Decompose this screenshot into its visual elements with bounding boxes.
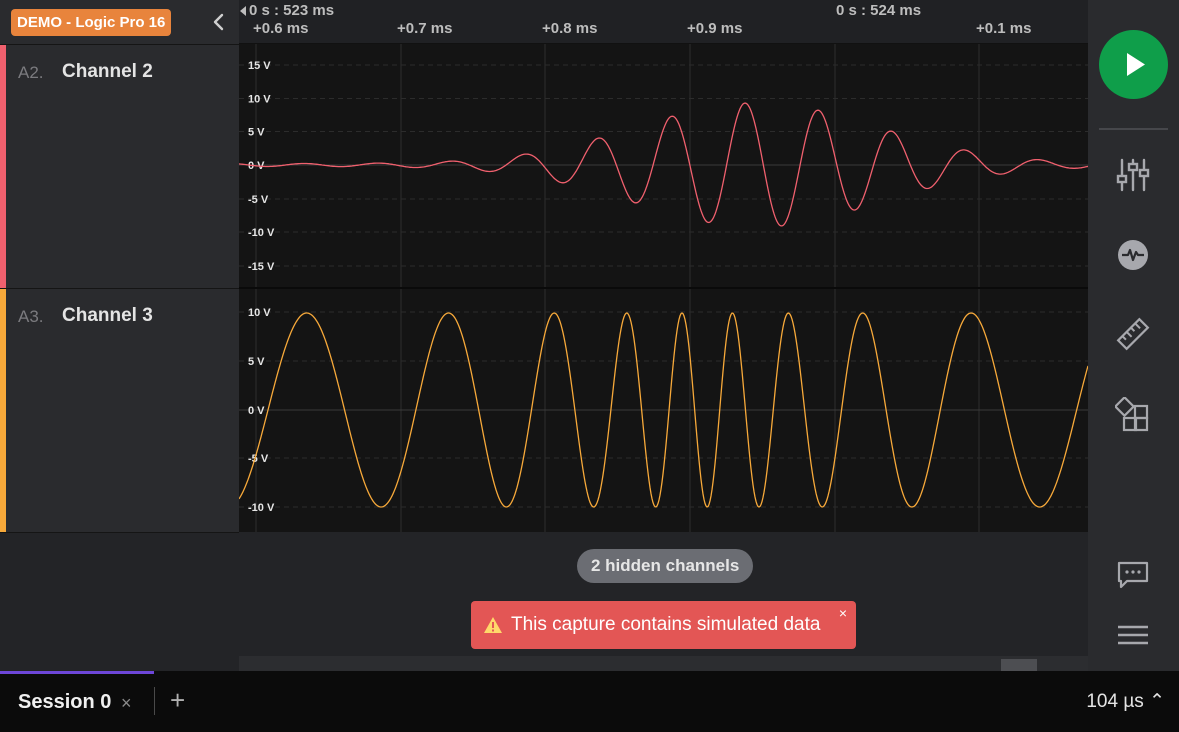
- channel-panel-footer: [0, 532, 239, 671]
- analyzer-icon[interactable]: [1115, 237, 1151, 273]
- channel-row-a2[interactable]: A2. Channel 2: [0, 44, 239, 288]
- timeline-tick-label: +0.8 ms: [542, 20, 598, 37]
- waveform-plot[interactable]: 15 V10 V5 V0 V-5 V-10 V-15 V10 V5 V0 V-5…: [239, 44, 1088, 532]
- y-axis-label: -10 V: [248, 227, 275, 239]
- extensions-icon[interactable]: [1113, 395, 1151, 433]
- collapse-panel-icon[interactable]: [208, 10, 230, 34]
- timeline-marker-icon: [240, 6, 246, 16]
- timeline-top-label: 0 s : 523 ms: [249, 2, 335, 19]
- logic-app: DEMO - Logic Pro 16 A2. Channel 2 A3. Ch…: [0, 0, 1179, 732]
- play-icon: [1127, 53, 1145, 76]
- timeline-tick-label: +0.9 ms: [687, 20, 743, 37]
- timing-zoom-button[interactable]: 104 µs ⌃: [1086, 690, 1165, 713]
- session-tab[interactable]: Session 0 ×: [0, 671, 154, 732]
- channel-row-a3[interactable]: A3. Channel 3: [0, 288, 239, 532]
- y-axis-label: 15 V: [248, 60, 271, 72]
- channel-color-stripe: [0, 289, 6, 532]
- y-axis-label: 10 V: [248, 94, 271, 106]
- waveform-view[interactable]: 0 s : 523 ms 0 s : 524 ms +0.6 ms +0.7 m…: [239, 0, 1088, 671]
- device-bar: DEMO - Logic Pro 16: [0, 0, 239, 44]
- y-axis-label: 5 V: [248, 127, 265, 139]
- waveform-footer: 2 hidden channels This capture contains …: [239, 532, 1088, 671]
- y-axis-label: -15 V: [248, 261, 275, 273]
- channel-color-stripe: [0, 45, 6, 288]
- simulated-data-toast: This capture contains simulated data ×: [471, 601, 856, 649]
- timeline-tick-label: +0.7 ms: [397, 20, 453, 37]
- scrollbar-thumb[interactable]: [1001, 659, 1037, 671]
- y-axis-label: 10 V: [248, 307, 271, 319]
- warning-icon: [484, 617, 502, 633]
- channel-panel: DEMO - Logic Pro 16 A2. Channel 2 A3. Ch…: [0, 0, 239, 671]
- timeline-top-label: 0 s : 524 ms: [836, 2, 922, 19]
- channel-name[interactable]: Channel 3: [62, 305, 153, 327]
- add-session-button[interactable]: +: [170, 685, 185, 716]
- channel-index: A2.: [18, 63, 44, 82]
- tab-separator: [154, 687, 155, 715]
- y-axis-label: -5 V: [248, 453, 269, 465]
- chat-icon[interactable]: [1115, 556, 1151, 592]
- y-axis-label: -10 V: [248, 502, 275, 514]
- start-capture-button[interactable]: [1099, 30, 1168, 99]
- timeline-tick-label: +0.1 ms: [976, 20, 1032, 37]
- sliders-icon[interactable]: [1115, 157, 1151, 193]
- ruler-icon[interactable]: [1115, 316, 1151, 352]
- menu-icon[interactable]: [1115, 617, 1151, 653]
- y-axis-label: 0 V: [248, 405, 265, 417]
- close-session-icon[interactable]: ×: [121, 693, 132, 714]
- timeline-tick-label: +0.6 ms: [253, 20, 309, 37]
- channel-name[interactable]: Channel 2: [62, 61, 153, 83]
- hidden-channels-button[interactable]: 2 hidden channels: [577, 549, 754, 583]
- session-tab-label[interactable]: Session 0: [18, 691, 111, 714]
- right-toolbar: [1088, 0, 1179, 671]
- session-bar: Session 0 × + 104 µs ⌃: [0, 671, 1179, 732]
- y-axis-label: 5 V: [248, 356, 265, 368]
- horizontal-scrollbar[interactable]: [239, 656, 1088, 671]
- device-badge[interactable]: DEMO - Logic Pro 16: [11, 9, 172, 36]
- toast-message: This capture contains simulated data: [511, 614, 821, 635]
- y-axis-label: -5 V: [248, 194, 269, 206]
- toast-close-button[interactable]: ×: [839, 606, 847, 620]
- toolbar-separator: [1099, 128, 1168, 130]
- channel-index: A3.: [18, 307, 44, 326]
- timeline-ruler[interactable]: 0 s : 523 ms 0 s : 524 ms +0.6 ms +0.7 m…: [239, 0, 1088, 44]
